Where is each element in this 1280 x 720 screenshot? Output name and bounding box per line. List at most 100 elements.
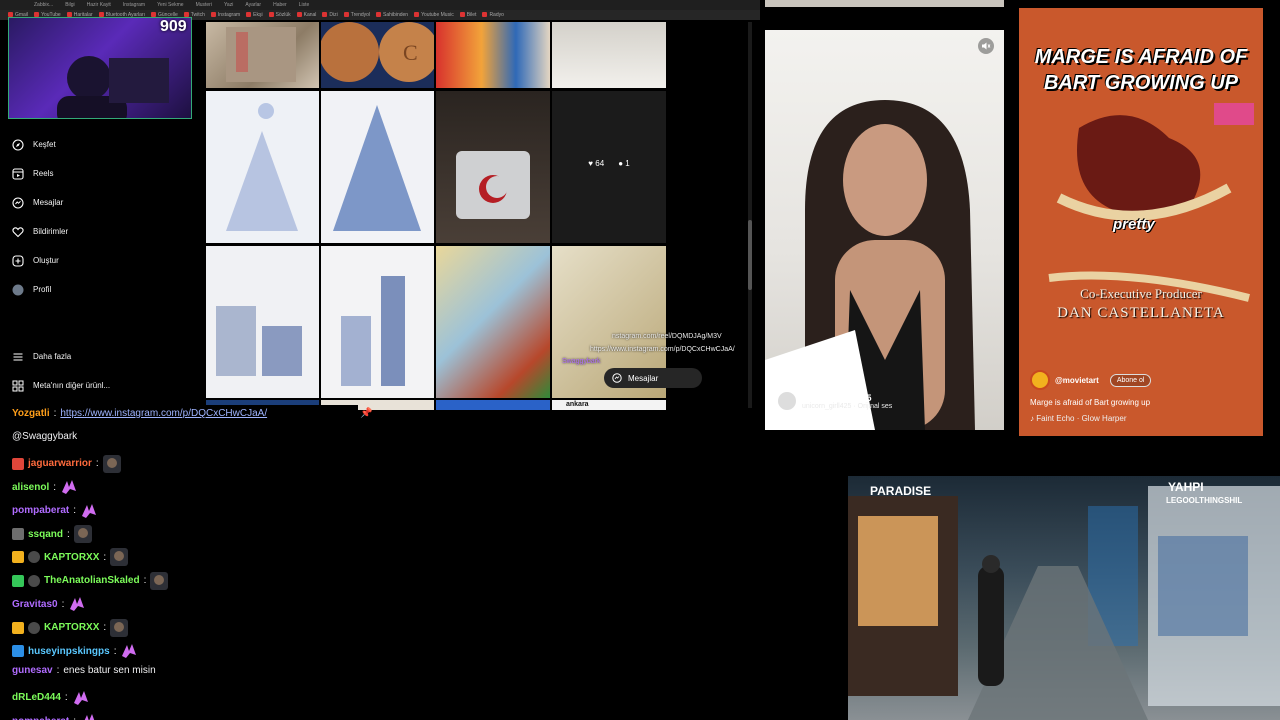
chat-username[interactable]: KAPTORXX [44, 622, 99, 633]
browser-tab[interactable]: Bilgi [61, 2, 78, 8]
grid-post[interactable] [436, 22, 550, 88]
avatar[interactable] [778, 392, 796, 410]
chat-username[interactable]: huseyinpskingps [28, 646, 110, 657]
browser-tab[interactable]: Liste [295, 2, 314, 8]
shop-sign: YAHPI [1168, 480, 1204, 494]
bookmark-item[interactable]: Ekşi [246, 12, 262, 18]
chat-username[interactable]: pompaberat [12, 505, 69, 516]
chat-link[interactable]: https://www.instagram.com/p/DQCxCHwCJaA/ [60, 408, 267, 419]
browser-tab[interactable]: Haber [269, 2, 291, 8]
face-emote-icon [73, 525, 92, 543]
grid-post[interactable] [321, 246, 434, 398]
street-video: PARADISE YAHPI LEGOOLTHINGSHIL [848, 476, 1280, 720]
grid-post[interactable] [436, 246, 550, 398]
bookmark-item[interactable]: Sözlük [269, 12, 291, 18]
scrollbar-track[interactable] [748, 22, 752, 408]
sidebar-item-label: Oluştur [33, 256, 59, 265]
chat-message: Gravitas0: [12, 595, 86, 613]
reel-video[interactable] [765, 30, 1004, 430]
reel-description: Marge is afraid of Bart growing up [1030, 398, 1151, 407]
grid-post[interactable] [436, 91, 550, 243]
chat-username[interactable]: gunesav [12, 665, 53, 676]
pink-emote-icon [80, 712, 98, 720]
chat-username[interactable]: pompaberat [12, 716, 69, 720]
bookmark-item[interactable]: Kanal [297, 12, 317, 18]
tab-bar: Zabbix... Bilgi Hazir Kayit Instagram Yeni S… [0, 0, 760, 10]
grid-post[interactable] [206, 22, 319, 88]
reel-username[interactable]: unicorn_girll425 [802, 393, 892, 403]
browser-tab[interactable]: Zabbix... [30, 2, 57, 8]
overlay-link: https://www.instagram.com/p/DQCxCHwCJaA/ [590, 346, 735, 353]
chat-message: KAPTORXX: [12, 548, 129, 567]
reel-audio[interactable]: unicorn_girll425 · Orijinal ses [802, 403, 892, 410]
chat-separator: : [103, 551, 107, 563]
grid-post[interactable] [552, 22, 666, 88]
grid-post-hovered[interactable]: ♥ 64 ● 1 [552, 91, 666, 243]
sidebar-item[interactable]: Keşfet [0, 130, 125, 159]
bookmark-item[interactable]: Bilet [460, 12, 477, 18]
tile-label: ankara [566, 401, 589, 408]
sidebar-item[interactable]: Daha fazla [0, 342, 125, 371]
browser-tab[interactable]: Hazir Kayit [83, 2, 115, 8]
follow-button[interactable]: Abone ol [1109, 373, 1152, 387]
browser-tab[interactable]: Instagram [119, 2, 149, 8]
chat-username[interactable]: ssqand [28, 529, 63, 540]
grid-post[interactable] [206, 246, 319, 398]
sketch-thumbnail [333, 105, 421, 231]
reel-info: @movietart Abone ol Marge is afraid of B… [1030, 370, 1260, 423]
browser-tab[interactable]: Yeni Sekme [153, 2, 188, 8]
face-emote-icon [150, 571, 169, 590]
sidebar-item[interactable]: Profil [0, 275, 125, 304]
chat-message: alisenol: [12, 478, 78, 496]
reel-frame [765, 100, 975, 430]
sidebar-item[interactable]: Meta'nın diğer ürünl... [0, 371, 125, 400]
browser-tab[interactable]: Ayarlar [241, 2, 265, 8]
post-stats: ♥ 64 ● 1 [552, 159, 666, 168]
coins-thumbnail: C [321, 22, 434, 82]
avatar[interactable] [1030, 370, 1050, 390]
pink-emote-icon [72, 689, 90, 707]
chat-username[interactable]: Yozgatli [12, 408, 50, 419]
scrollbar-thumb[interactable] [748, 220, 752, 290]
chat-separator: : [64, 692, 68, 704]
sidebar-item[interactable]: Oluştur [0, 246, 125, 275]
bookmark-item[interactable]: Sahibinden [376, 12, 408, 18]
chat-username[interactable]: TheAnatolianSkaled [44, 575, 140, 586]
chat-username[interactable]: KAPTORXX [44, 552, 99, 563]
grid-post[interactable] [206, 91, 319, 243]
chat-message: pompaberat: [12, 502, 98, 520]
pink-emote-icon [60, 478, 78, 496]
sidebar-item[interactable]: Reels [0, 159, 125, 188]
pink-emote-icon [120, 642, 138, 660]
heart-icon [12, 226, 24, 238]
browser-tab[interactable]: Yazi [220, 2, 237, 8]
chat-username[interactable]: jaguarwarrior [28, 458, 92, 469]
bookmark-item[interactable]: Radyo [482, 12, 503, 18]
stream-chat: Yozgatli: https://www.instagram.com/p/DQC… [0, 405, 358, 720]
reel-audio[interactable]: ♪ Faint Echo · Glow Harper [1030, 414, 1260, 423]
bookmark-item[interactable]: Youtube Music [414, 12, 454, 18]
sidebar-item[interactable]: Bildirimler [0, 217, 125, 246]
chat-username[interactable]: alisenol [12, 482, 49, 493]
messages-bar[interactable]: Mesajlar [604, 368, 702, 388]
overlay-link: nstagram.com/reel/DQMDJAg/M3V [612, 333, 722, 340]
sidebar-item-label: Reels [33, 169, 54, 178]
chat-username[interactable]: dRLeD444 [12, 692, 61, 703]
bookmark-item[interactable]: Instagram [211, 12, 240, 18]
browser-tab[interactable]: Musteri [192, 2, 216, 8]
mute-button[interactable] [978, 38, 994, 54]
grid-post[interactable] [436, 400, 550, 410]
reel-username[interactable]: @movietart [1055, 376, 1099, 385]
bookmark-item[interactable]: Dizi [322, 12, 337, 18]
sidebar-item[interactable]: Mesajlar [0, 188, 125, 217]
bookmark-item[interactable]: Trendyol [344, 12, 370, 18]
chat-separator: : [143, 575, 147, 587]
reels-icon [12, 167, 24, 180]
chat-username[interactable]: Gravitas0 [12, 599, 58, 610]
pin-icon[interactable]: 📌 [360, 408, 372, 419]
chat-separator: : [53, 408, 57, 419]
sidebar-item-label: Mesajlar [33, 198, 64, 207]
grid-post[interactable]: ankara [552, 400, 666, 410]
grid-post[interactable]: C [321, 22, 434, 88]
grid-post[interactable] [321, 91, 434, 243]
